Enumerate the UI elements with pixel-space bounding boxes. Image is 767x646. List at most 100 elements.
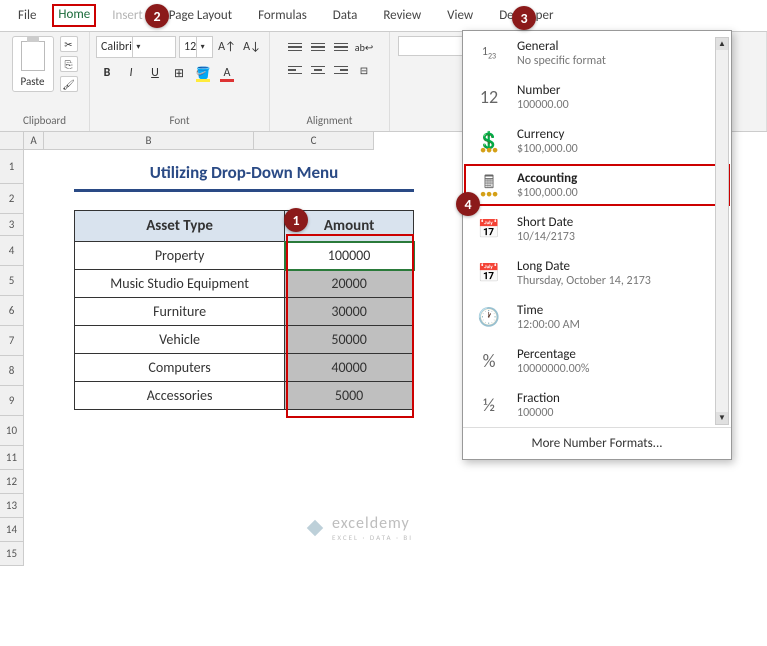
- format-name: Short Date: [517, 215, 575, 230]
- format-currency[interactable]: 💲●●●Currency$100,000.00: [463, 119, 731, 163]
- font-group-label: Font: [169, 114, 189, 127]
- header-asset-type[interactable]: Asset Type: [75, 211, 285, 242]
- col-a[interactable]: A: [24, 132, 44, 150]
- select-all[interactable]: [0, 132, 23, 150]
- bold-button[interactable]: B: [96, 62, 118, 84]
- cell-asset[interactable]: Computers: [75, 354, 285, 382]
- clipboard-group-label: Clipboard: [23, 114, 66, 127]
- row-header-6[interactable]: 6: [0, 296, 23, 326]
- row-header-3[interactable]: 3: [0, 214, 23, 236]
- format-sample: No specific format: [517, 54, 606, 68]
- scroll-up[interactable]: ▲: [716, 38, 728, 50]
- col-b[interactable]: B: [44, 132, 254, 150]
- alignment-group-label: Alignment: [307, 114, 353, 127]
- cell-asset[interactable]: Music Studio Equipment: [75, 270, 285, 298]
- cell-amount[interactable]: 40000: [285, 354, 414, 382]
- callout-2: 2: [145, 4, 169, 28]
- font-name-combo[interactable]: Calibri▾: [96, 36, 176, 58]
- tab-data[interactable]: Data: [323, 4, 368, 27]
- tab-view[interactable]: View: [437, 4, 483, 27]
- cell-asset[interactable]: Accessories: [75, 382, 285, 410]
- row-header-2[interactable]: 2: [0, 184, 23, 214]
- format-name: Accounting: [517, 171, 578, 186]
- cell-amount[interactable]: 100000: [285, 242, 414, 270]
- italic-button[interactable]: I: [120, 62, 142, 84]
- font-size-combo[interactable]: 12▾: [179, 36, 213, 58]
- align-top[interactable]: [284, 36, 306, 58]
- clipboard-icon: [21, 41, 45, 71]
- merge-center[interactable]: ⊟: [353, 59, 375, 81]
- cell-amount[interactable]: 30000: [285, 298, 414, 326]
- row-header-1[interactable]: 1: [0, 150, 23, 184]
- wrap-text[interactable]: ab↩: [353, 36, 375, 58]
- font-color-button[interactable]: A: [216, 62, 238, 84]
- tab-review[interactable]: Review: [373, 4, 431, 27]
- table-row: Computers40000: [75, 354, 414, 382]
- borders-button[interactable]: ⊞: [168, 62, 190, 84]
- row-header-7[interactable]: 7: [0, 326, 23, 356]
- format-general[interactable]: 123GeneralNo specific format: [463, 31, 731, 75]
- format-icon: 📅: [473, 257, 505, 289]
- format-number[interactable]: 12Number100000.00: [463, 75, 731, 119]
- format-name: General: [517, 39, 606, 54]
- copy-button[interactable]: ⎘: [60, 56, 78, 72]
- format-sample: 12:00:00 AM: [517, 318, 580, 332]
- format-time[interactable]: 🕐 Time12:00:00 AM: [463, 295, 731, 339]
- decrease-font-button[interactable]: A↓: [241, 36, 263, 58]
- sheet-title: Utilizing Drop-Down Menu: [74, 156, 414, 192]
- align-right[interactable]: [330, 59, 352, 81]
- cell-asset[interactable]: Vehicle: [75, 326, 285, 354]
- fill-color-button[interactable]: 🪣: [192, 62, 214, 84]
- row-header-4[interactable]: 4: [0, 236, 23, 266]
- format-sample: 10/14/2173: [517, 230, 575, 244]
- cell-asset[interactable]: Furniture: [75, 298, 285, 326]
- underline-button[interactable]: U: [144, 62, 166, 84]
- row-header-10[interactable]: 10: [0, 416, 23, 446]
- more-number-formats[interactable]: More Number Formats...: [463, 427, 731, 459]
- row-header-9[interactable]: 9: [0, 386, 23, 416]
- paste-button[interactable]: Paste: [12, 36, 54, 92]
- row-header-8[interactable]: 8: [0, 356, 23, 386]
- cell-amount[interactable]: 20000: [285, 270, 414, 298]
- tab-home[interactable]: Home: [52, 4, 96, 27]
- tab-pagelayout[interactable]: Page Layout: [159, 4, 242, 27]
- cell-asset[interactable]: Property: [75, 242, 285, 270]
- cell-amount[interactable]: 5000: [285, 382, 414, 410]
- format-name: Time: [517, 303, 580, 318]
- format-long-date[interactable]: 📅Long DateThursday, October 14, 2173: [463, 251, 731, 295]
- row-header-15[interactable]: 15: [0, 542, 23, 566]
- cell-amount[interactable]: 50000: [285, 326, 414, 354]
- align-left[interactable]: [284, 59, 306, 81]
- row-header-14[interactable]: 14: [0, 518, 23, 542]
- col-c[interactable]: C: [254, 132, 374, 150]
- format-painter-button[interactable]: 🖌: [60, 76, 78, 92]
- tab-formulas[interactable]: Formulas: [248, 4, 317, 27]
- align-center[interactable]: [307, 59, 329, 81]
- format-percentage[interactable]: %Percentage10000000.00%: [463, 339, 731, 383]
- row-header-12[interactable]: 12: [0, 470, 23, 494]
- align-bottom[interactable]: [330, 36, 352, 58]
- tab-file[interactable]: File: [8, 4, 46, 27]
- table-row: Property100000: [75, 242, 414, 270]
- format-name: Percentage: [517, 347, 589, 362]
- cut-button[interactable]: ✂: [60, 36, 78, 52]
- number-format-dropdown-panel: 123GeneralNo specific format12Number1000…: [462, 30, 732, 460]
- scroll-down[interactable]: ▼: [716, 412, 728, 424]
- group-font: Calibri▾ 12▾ A↑ A↓ B I U ⊞ 🪣 A Font: [90, 32, 270, 131]
- format-fraction[interactable]: ½Fraction100000: [463, 383, 731, 427]
- row-header-5[interactable]: 5: [0, 266, 23, 296]
- format-icon: 🕐: [473, 301, 505, 333]
- format-accounting[interactable]: 🖩●●●Accounting$100,000.00: [463, 163, 731, 207]
- increase-font-button[interactable]: A↑: [216, 36, 238, 58]
- callout-1: 1: [284, 208, 308, 232]
- row-header-11[interactable]: 11: [0, 446, 23, 470]
- format-short-date[interactable]: 📅Short Date10/14/2173: [463, 207, 731, 251]
- format-name: Fraction: [517, 391, 560, 406]
- row-header-13[interactable]: 13: [0, 494, 23, 518]
- watermark: exceldemy EXCEL · DATA · BI: [304, 514, 413, 542]
- sheet-content: Utilizing Drop-Down Menu Asset Type Amou…: [74, 156, 414, 410]
- dropdown-scrollbar[interactable]: ▲ ▼: [715, 37, 729, 425]
- format-icon: %: [473, 345, 505, 377]
- table-row: Vehicle50000: [75, 326, 414, 354]
- align-middle[interactable]: [307, 36, 329, 58]
